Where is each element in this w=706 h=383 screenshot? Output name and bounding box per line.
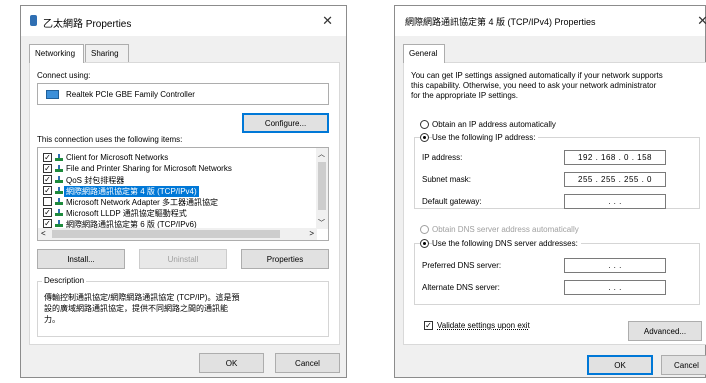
tab-sharing[interactable]: Sharing bbox=[85, 44, 129, 62]
configure-button[interactable]: Configure... bbox=[242, 113, 329, 133]
protocol-icon bbox=[54, 186, 64, 194]
list-item[interactable]: ✓ QoS 封包排程器 bbox=[38, 174, 306, 185]
ok-button[interactable]: OK bbox=[587, 355, 653, 375]
item-label: Client for Microsoft Networks bbox=[66, 153, 169, 162]
uninstall-button[interactable]: Uninstall bbox=[139, 249, 227, 269]
obtain-ip-auto-label[interactable]: Obtain an IP address automatically bbox=[432, 120, 556, 129]
item-checkbox[interactable]: ✓ bbox=[43, 164, 52, 173]
item-checkbox[interactable]: ✓ bbox=[43, 153, 52, 162]
item-checkbox[interactable]: ✓ bbox=[43, 186, 52, 195]
chevron-down-icon[interactable]: ﹀ bbox=[318, 218, 325, 228]
tab-general[interactable]: General bbox=[403, 44, 445, 63]
intro-text-line1: You can get IP settings assigned automat… bbox=[411, 71, 663, 80]
subnet-mask-label: Subnet mask: bbox=[422, 175, 471, 184]
alternate-dns-field[interactable]: . . . bbox=[564, 280, 666, 295]
intro-text-line3: for the appropriate IP settings. bbox=[411, 91, 519, 100]
list-item[interactable]: Microsoft Network Adapter 多工器通訊協定 bbox=[38, 196, 306, 207]
subnet-mask-field[interactable]: 255 . 255 . 255 . 0 bbox=[564, 172, 666, 187]
cancel-button[interactable]: Cancel bbox=[275, 353, 340, 373]
network-client-icon bbox=[54, 153, 64, 161]
properties-button[interactable]: Properties bbox=[241, 249, 329, 269]
chevron-left-icon[interactable]: < bbox=[41, 229, 46, 238]
item-checkbox[interactable]: ✓ bbox=[43, 175, 52, 184]
obtain-ip-auto-radio[interactable] bbox=[420, 120, 429, 129]
network-card-icon bbox=[46, 90, 59, 99]
use-following-ip-label[interactable]: Use the following IP address: bbox=[432, 133, 539, 142]
ip-address-label: IP address: bbox=[422, 153, 463, 162]
protocol-icon bbox=[54, 219, 64, 227]
general-panel: You can get IP settings assigned automat… bbox=[403, 62, 706, 345]
list-item-selected[interactable]: ✓ 網際網路通訊協定第 4 版 (TCP/IPv4) bbox=[38, 185, 306, 197]
network-adapter-icon bbox=[30, 15, 37, 26]
items-list[interactable]: ✓ Client for Microsoft Networks ✓ File a… bbox=[37, 147, 329, 241]
networking-panel: Connect using: Realtek PCIe GBE Family C… bbox=[29, 62, 340, 345]
list-item[interactable]: ✓ Client for Microsoft Networks bbox=[38, 152, 306, 163]
list-item[interactable]: ✓ Microsoft LLDP 通訊協定驅動程式 bbox=[38, 207, 306, 218]
close-icon[interactable]: ✕ bbox=[322, 13, 333, 29]
ipv4-properties-dialog: 網際網路通訊協定第 4 版 (TCP/IPv4) Properties ✕ Ge… bbox=[394, 5, 706, 378]
qos-icon bbox=[54, 175, 64, 183]
dialog-title: 網際網路通訊協定第 4 版 (TCP/IPv4) Properties bbox=[405, 17, 596, 27]
ethernet-properties-dialog: 乙太網路 Properties ✕ Networking Sharing Con… bbox=[20, 5, 347, 378]
scrollbar-thumb[interactable] bbox=[318, 162, 326, 210]
preferred-dns-field[interactable]: . . . bbox=[564, 258, 666, 273]
default-gateway-label: Default gateway: bbox=[422, 197, 482, 206]
use-following-dns-label[interactable]: Use the following DNS server addresses: bbox=[432, 239, 581, 248]
title-bar[interactable]: 網際網路通訊協定第 4 版 (TCP/IPv4) Properties ✕ bbox=[395, 6, 706, 36]
alternate-dns-label: Alternate DNS server: bbox=[422, 283, 500, 292]
protocol-icon bbox=[54, 208, 64, 216]
adapter-name: Realtek PCIe GBE Family Controller bbox=[66, 90, 195, 99]
scrollbar-thumb[interactable] bbox=[52, 230, 280, 238]
dns-group bbox=[414, 243, 700, 305]
item-checkbox[interactable] bbox=[43, 197, 52, 206]
list-item[interactable]: ✓ File and Printer Sharing for Microsoft… bbox=[38, 163, 306, 174]
close-icon[interactable]: ✕ bbox=[697, 13, 706, 29]
adapter-box: Realtek PCIe GBE Family Controller bbox=[37, 83, 329, 105]
cancel-button[interactable]: Cancel bbox=[661, 355, 706, 375]
advanced-button[interactable]: Advanced... bbox=[628, 321, 702, 341]
title-bar[interactable]: 乙太網路 Properties ✕ bbox=[21, 6, 346, 36]
description-label: Description bbox=[42, 276, 87, 285]
validate-label[interactable]: Validate settings upon exit bbox=[437, 321, 530, 330]
description-group: Description 傳輸控制通訊協定/網際網路通訊協定 (TCP/IP)。這… bbox=[37, 276, 329, 337]
vertical-scrollbar[interactable]: ︿ ﹀ bbox=[316, 148, 328, 229]
install-button[interactable]: Install... bbox=[37, 249, 125, 269]
items-label: This connection uses the following items… bbox=[37, 135, 183, 144]
description-text-line1: 傳輸控制通訊協定/網際網路通訊協定 (TCP/IP)。這是預 bbox=[44, 293, 240, 302]
tab-networking[interactable]: Networking bbox=[29, 44, 84, 63]
item-label: File and Printer Sharing for Microsoft N… bbox=[66, 164, 232, 173]
chevron-right-icon[interactable]: > bbox=[309, 229, 314, 238]
chevron-up-icon[interactable]: ︿ bbox=[318, 149, 325, 159]
horizontal-scrollbar[interactable]: < > bbox=[38, 228, 317, 240]
obtain-dns-auto-radio[interactable] bbox=[420, 225, 429, 234]
protocol-icon bbox=[54, 197, 64, 205]
validate-checkbox[interactable]: ✓ bbox=[424, 321, 433, 330]
item-checkbox[interactable]: ✓ bbox=[43, 219, 52, 228]
file-sharing-icon bbox=[54, 164, 64, 172]
item-checkbox[interactable]: ✓ bbox=[43, 208, 52, 217]
default-gateway-field[interactable]: . . . bbox=[564, 194, 666, 209]
description-text-line3: 力。 bbox=[44, 315, 60, 324]
intro-text-line2: this capability. Otherwise, you need to … bbox=[411, 81, 657, 90]
description-text-line2: 設的廣域網路通訊協定，提供不同網路之間的通訊能 bbox=[44, 304, 228, 313]
use-following-dns-radio[interactable] bbox=[420, 239, 429, 248]
preferred-dns-label: Preferred DNS server: bbox=[422, 261, 502, 270]
connect-using-label: Connect using: bbox=[37, 71, 91, 80]
use-following-ip-radio[interactable] bbox=[420, 133, 429, 142]
ok-button[interactable]: OK bbox=[199, 353, 264, 373]
obtain-dns-auto-label[interactable]: Obtain DNS server address automatically bbox=[432, 225, 579, 234]
ip-address-field[interactable]: 192 . 168 . 0 . 158 bbox=[564, 150, 666, 165]
dialog-title: 乙太網路 Properties bbox=[43, 19, 132, 30]
